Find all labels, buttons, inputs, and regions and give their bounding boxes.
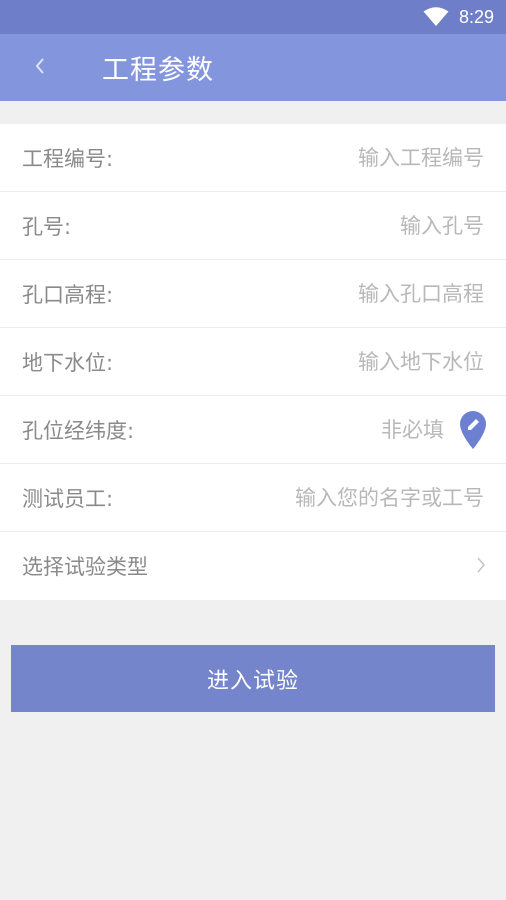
tester-label: 测试员工: <box>22 486 114 511</box>
project-no-label: 工程编号: <box>22 146 114 171</box>
hole-elevation-row: 孔口高程: <box>0 260 506 328</box>
hole-no-input[interactable] <box>71 213 484 238</box>
chevron-right-icon <box>476 556 486 578</box>
hole-no-row: 孔号: <box>0 192 506 260</box>
groundwater-input[interactable] <box>113 349 484 374</box>
hole-elevation-input[interactable] <box>113 281 484 306</box>
hole-no-label: 孔号: <box>22 214 72 239</box>
test-type-label: 选择试验类型 <box>22 555 148 579</box>
status-time: 8:29 <box>458 6 494 27</box>
project-no-input[interactable] <box>113 145 484 170</box>
coordinates-input[interactable] <box>134 417 444 442</box>
project-form: 工程编号: 孔号: 孔口高程: 地下水位: 孔位经纬度: 测试员工: 选择试验类… <box>0 124 506 600</box>
back-button[interactable] <box>0 34 80 101</box>
project-no-row: 工程编号: <box>0 124 506 192</box>
groundwater-label: 地下水位: <box>22 350 114 375</box>
status-bar: 8:29 <box>0 0 506 34</box>
chevron-left-icon <box>34 57 46 79</box>
location-pin-icon[interactable] <box>458 410 488 450</box>
hole-elevation-label: 孔口高程: <box>22 282 114 307</box>
groundwater-row: 地下水位: <box>0 328 506 396</box>
wifi-icon <box>423 7 449 27</box>
app-bar: 工程参数 <box>0 34 506 101</box>
coordinates-row: 孔位经纬度: <box>0 396 506 464</box>
page-title: 工程参数 <box>102 55 214 86</box>
tester-row: 测试员工: <box>0 464 506 532</box>
enter-test-button[interactable]: 进入试验 <box>11 645 495 712</box>
test-type-row[interactable]: 选择试验类型 <box>0 532 506 600</box>
tester-input[interactable] <box>113 485 484 510</box>
coordinates-label: 孔位经纬度: <box>22 418 135 443</box>
